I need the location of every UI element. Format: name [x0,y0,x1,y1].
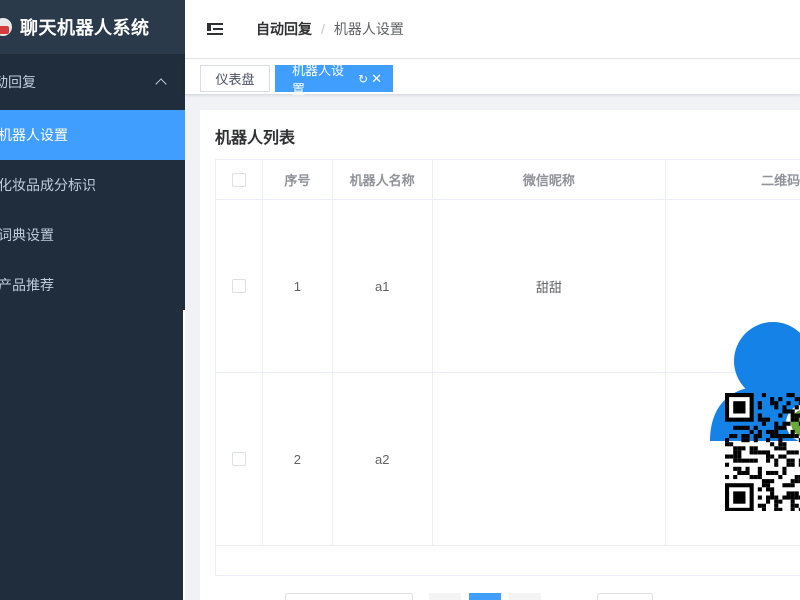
refresh-icon[interactable]: ↻ [358,72,368,86]
header-index: 序号 [263,160,333,199]
cell-nickname: 甜甜 [433,200,667,372]
sidebar-item-label: 词典设置 [0,227,54,243]
breadcrumb: 自动回复 / 机器人设置 [256,19,404,39]
sidebar-item-product-recommend[interactable]: 产品推荐 [0,260,185,310]
page-size-select[interactable] [285,593,413,600]
select-all-checkbox[interactable] [231,172,246,187]
app-title: 聊天机器人系统 [20,18,150,38]
sidebar-item-robot-settings[interactable]: 机器人设置 [0,110,185,160]
qr-code-image [725,393,800,511]
hamburger-icon[interactable] [205,17,229,41]
sidebar: 聊天机器人系统 动回复 机器人设置 化妆品成分标识 词典设置 产品推荐 [0,0,185,600]
logo-icon [0,14,16,40]
sidebar-header: 聊天机器人系统 [0,0,185,54]
row-checkbox[interactable] [231,279,246,293]
sidebar-item-cosmetics[interactable]: 化妆品成分标识 [0,160,185,210]
row-checkbox[interactable] [231,452,246,466]
tag-label: 仪表盘 [215,72,255,87]
sidebar-edge [183,310,185,600]
header-nickname: 微信昵称 [433,160,667,199]
sidebar-item-label: 化妆品成分标识 [0,177,96,193]
chevron-up-icon [155,78,167,90]
breadcrumb-parent[interactable]: 自动回复 [256,19,312,39]
cell-name: a2 [333,373,433,545]
cell-name: a1 [333,200,433,372]
page-number-active[interactable] [469,593,501,600]
header-qrcode: 二维码 [761,173,800,188]
next-page-button[interactable] [509,593,541,600]
header-name: 机器人名称 [333,160,433,199]
jump-page-input[interactable] [597,593,653,600]
robot-list-card: 机器人列表 序号 机器人名称 微信昵称 二维码 1 a1 甜甜 2 a2 [200,110,800,600]
tag-dashboard[interactable]: 仪表盘 [200,65,270,92]
cell-index: 2 [263,373,333,545]
sidebar-item-label: 机器人设置 [0,127,68,143]
table-footer-space [216,546,800,576]
breadcrumb-current: 机器人设置 [333,21,404,37]
cell-nickname [433,373,667,545]
menu-group-label: 动回复 [0,74,36,90]
card-title: 机器人列表 [215,130,296,147]
tags-view: 仪表盘 机器人设置 ↻ ✕ [185,59,800,97]
menu-group-auto-reply[interactable]: 动回复 [0,54,185,110]
pagination [285,593,685,600]
tag-label: 机器人设置 [292,62,345,97]
close-icon[interactable]: ✕ [371,71,382,87]
submenu: 机器人设置 化妆品成分标识 词典设置 产品推荐 [0,110,185,310]
cell-index: 1 [263,200,333,372]
prev-page-button[interactable] [429,593,461,600]
navbar: 自动回复 / 机器人设置 [185,0,800,59]
sidebar-item-label: 产品推荐 [0,277,54,293]
table-header-row: 序号 机器人名称 微信昵称 二维码 [216,160,800,200]
breadcrumb-separator: / [321,21,325,37]
sidebar-item-dictionary[interactable]: 词典设置 [0,210,185,260]
tag-robot-settings[interactable]: 机器人设置 ↻ ✕ [275,63,393,97]
